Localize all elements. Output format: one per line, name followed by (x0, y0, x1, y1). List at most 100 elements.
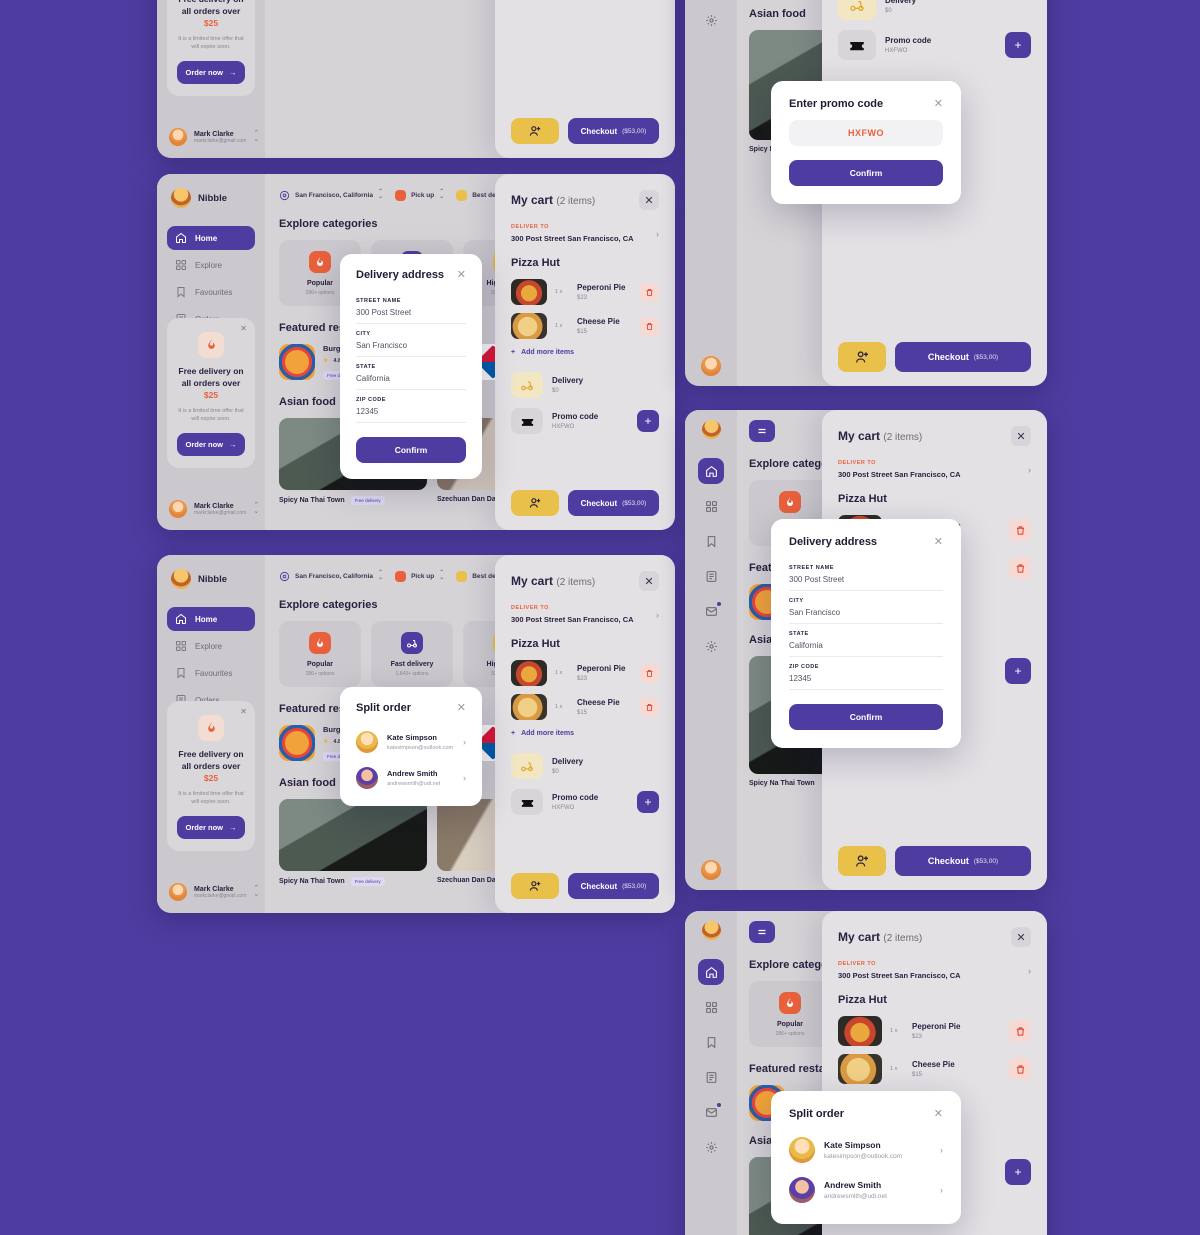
checkout-label: Checkout (927, 352, 969, 362)
sidebar-item-explore[interactable] (698, 493, 724, 519)
promo-code-input[interactable]: HXFWO (789, 120, 943, 146)
street-name-field[interactable]: STREET NAME 300 Post Street (789, 558, 943, 591)
user-email: markclarke@gmail.com (194, 509, 247, 516)
user-profile[interactable] (685, 356, 737, 376)
add-promo-button[interactable]: + (637, 410, 659, 432)
chevron-updown-icon[interactable]: ⌃ ⌄ (253, 885, 259, 899)
close-icon[interactable]: ✕ (934, 1107, 943, 1120)
cart-close-button[interactable]: ✕ (639, 190, 659, 210)
checkout-button[interactable]: Checkout ($53,00) (568, 490, 659, 516)
chevron-updown-icon[interactable]: ⌃ ⌄ (253, 130, 259, 144)
sidebar-item-favourites[interactable] (698, 528, 724, 554)
zip-code-field[interactable]: ZIP CODE 12345 (356, 390, 466, 423)
deliver-to-row[interactable]: DELIVER TO 300 Post Street San Francisco… (838, 460, 1031, 479)
sidebar-item-favourites[interactable]: Favourites (167, 280, 255, 304)
trash-icon[interactable] (1009, 1020, 1031, 1042)
split-order-button[interactable] (838, 846, 886, 876)
street-name-field[interactable]: STREET NAME 300 Post Street (356, 291, 466, 324)
zip-code-field[interactable]: ZIP CODE 12345 (789, 657, 943, 690)
sidebar-item-settings[interactable] (698, 1134, 724, 1160)
split-order-button[interactable] (511, 490, 559, 516)
sidebar-item-orders[interactable] (698, 1064, 724, 1090)
order-now-button[interactable]: Order now → (177, 61, 245, 84)
order-now-button[interactable]: Order now → (177, 816, 245, 839)
split-order-button[interactable] (838, 342, 886, 372)
deliver-to-row[interactable]: DELIVER TO 300 Post Street San Francisco… (511, 224, 659, 243)
trash-icon[interactable] (640, 663, 659, 683)
add-promo-button[interactable]: + (1005, 658, 1031, 684)
checkout-button[interactable]: Checkout ($53,00) (568, 873, 659, 899)
confirm-button[interactable]: Confirm (789, 704, 943, 730)
category-card[interactable]: Fast delivery 1,843+ options (371, 621, 453, 687)
cart-close-button[interactable]: ✕ (1011, 426, 1031, 446)
add-more-items-button[interactable]: + Add more items (511, 730, 659, 737)
location-selector[interactable]: San Francisco, California ⌃ ⌄ (279, 570, 383, 582)
hamburger-menu-button[interactable] (749, 420, 775, 442)
person-row[interactable]: Andrew Smith andrewsmith@udi.net › (789, 1170, 943, 1210)
checkout-button[interactable]: Checkout ($53,00) (895, 342, 1031, 372)
sidebar-item-explore[interactable] (698, 994, 724, 1020)
trash-icon[interactable] (640, 282, 659, 302)
person-row[interactable]: Andrew Smith andrewsmith@udi.net › (356, 760, 466, 796)
split-order-button[interactable] (511, 873, 559, 899)
order-now-button[interactable]: Order now → (177, 433, 245, 456)
sidebar-item-settings[interactable] (698, 633, 724, 659)
state-field[interactable]: STATE California (789, 624, 943, 657)
sidebar-item-favourites[interactable] (698, 1029, 724, 1055)
location-selector[interactable]: San Francisco, California ⌃ ⌄ (279, 189, 383, 201)
close-icon[interactable]: ✕ (240, 707, 247, 716)
person-row[interactable]: Kate Simpson katesimpson@outlook.com › (789, 1130, 943, 1170)
close-icon[interactable]: ✕ (934, 535, 943, 548)
confirm-button[interactable]: Confirm (356, 437, 466, 463)
trash-icon[interactable] (1009, 1058, 1031, 1080)
sidebar-item-home[interactable]: Home (167, 607, 255, 631)
pickup-selector[interactable]: Pick up ⌃ ⌄ (395, 570, 444, 582)
pickup-selector[interactable]: Pick up ⌃ ⌄ (395, 189, 444, 201)
user-profile[interactable] (685, 860, 737, 880)
trash-icon[interactable] (640, 697, 659, 717)
split-order-button[interactable] (511, 118, 559, 144)
user-profile[interactable]: Mark Clarke markclarke@gmail.com ⌃ ⌄ (169, 500, 259, 518)
close-icon[interactable]: ✕ (934, 97, 943, 110)
user-profile[interactable]: Mark Clarke markclarke@gmail.com ⌃ ⌄ (169, 883, 259, 901)
sidebar-item-explore[interactable]: Explore (167, 253, 255, 277)
cart-close-button[interactable]: ✕ (639, 571, 659, 591)
checkout-button[interactable]: Checkout ($53,00) (568, 118, 659, 144)
sidebar-item-home[interactable] (698, 959, 724, 985)
category-card[interactable]: Popular 286+ options (749, 981, 831, 1047)
confirm-button[interactable]: Confirm (789, 160, 943, 186)
sidebar-item-explore[interactable]: Explore (167, 634, 255, 658)
close-icon[interactable]: ✕ (457, 268, 466, 281)
deliver-to-row[interactable]: DELIVER TO 300 Post Street San Francisco… (838, 961, 1031, 980)
food-card[interactable]: Spicy Na Thai Town Free delivery (279, 799, 427, 886)
state-field[interactable]: STATE California (356, 357, 466, 390)
category-card[interactable]: Popular 286+ options (279, 621, 361, 687)
deliver-to-row[interactable]: DELIVER TO 300 Post Street San Francisco… (511, 605, 659, 624)
burger-king-logo-icon (279, 725, 315, 761)
person-row[interactable]: Kate Simpson katesimpson@outlook.com › (356, 724, 466, 760)
close-icon[interactable]: ✕ (240, 324, 247, 333)
sidebar-item-home[interactable] (698, 458, 724, 484)
trash-icon[interactable] (640, 316, 659, 336)
city-field[interactable]: CITY San Francisco (789, 591, 943, 624)
cart-close-button[interactable]: ✕ (1011, 927, 1031, 947)
add-promo-button[interactable]: + (1005, 32, 1031, 58)
city-field[interactable]: CITY San Francisco (356, 324, 466, 357)
sidebar: Nibble Home Explore Favourites Orders (157, 174, 265, 530)
chevron-updown-icon[interactable]: ⌃ ⌄ (253, 502, 259, 516)
add-promo-button[interactable]: + (637, 791, 659, 813)
add-promo-button[interactable]: + (1005, 1159, 1031, 1185)
sidebar-item-favourites[interactable]: Favourites (167, 661, 255, 685)
sidebar-item-orders[interactable] (698, 563, 724, 589)
close-icon[interactable]: ✕ (457, 701, 466, 714)
hamburger-menu-button[interactable] (749, 921, 775, 943)
add-more-items-button[interactable]: + Add more items (511, 349, 659, 356)
trash-icon[interactable] (1009, 519, 1031, 541)
sidebar-item-settings[interactable] (698, 7, 724, 33)
sidebar-item-messages[interactable] (698, 1099, 724, 1125)
checkout-button[interactable]: Checkout ($53,00) (895, 846, 1031, 876)
sidebar-item-messages[interactable] (698, 598, 724, 624)
trash-icon[interactable] (1009, 557, 1031, 579)
sidebar-item-home[interactable]: Home (167, 226, 255, 250)
user-profile[interactable]: Mark Clarke markclarke@gmail.com ⌃ ⌄ (169, 128, 259, 146)
